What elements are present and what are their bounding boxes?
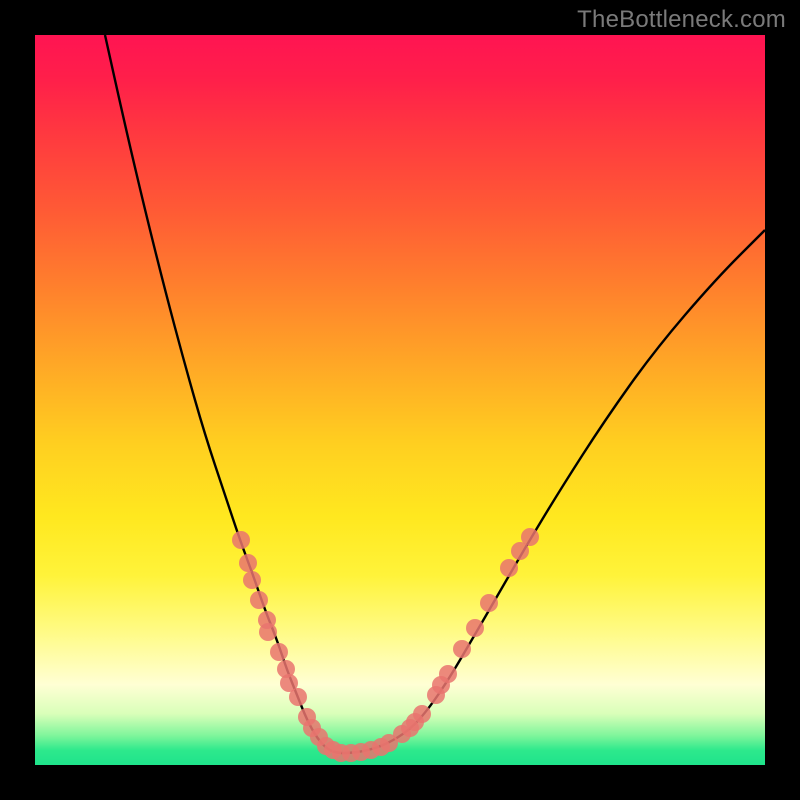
chart-svg <box>35 35 765 765</box>
outer-frame: TheBottleneck.com <box>0 0 800 800</box>
data-dot <box>521 528 539 546</box>
data-dot <box>413 705 431 723</box>
data-dot <box>232 531 250 549</box>
data-dot <box>243 571 261 589</box>
data-dots <box>232 528 539 762</box>
data-dot <box>259 623 277 641</box>
data-dot <box>466 619 484 637</box>
data-dot <box>239 554 257 572</box>
watermark-text: TheBottleneck.com <box>577 6 786 34</box>
data-dot <box>289 688 307 706</box>
plot-area <box>35 35 765 765</box>
data-dot <box>270 643 288 661</box>
data-dot <box>500 559 518 577</box>
data-dot <box>250 591 268 609</box>
data-dot <box>453 640 471 658</box>
data-dot <box>439 665 457 683</box>
data-dot <box>480 594 498 612</box>
bottleneck-curve <box>105 35 765 753</box>
